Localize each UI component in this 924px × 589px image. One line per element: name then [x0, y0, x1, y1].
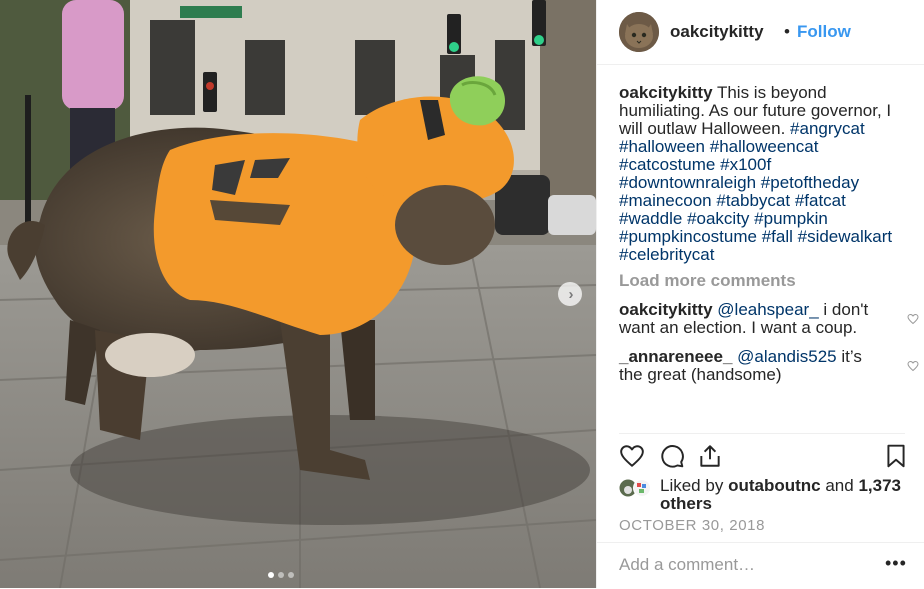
comment-like-heart-icon[interactable] — [907, 360, 919, 372]
header-username[interactable]: oakcitykitty — [670, 22, 764, 42]
hashtag-link[interactable]: #downtownraleigh — [619, 173, 756, 192]
hashtag-link[interactable]: #pumpkincostume — [619, 227, 757, 246]
caption-username[interactable]: oakcitykitty — [619, 83, 713, 102]
hashtag-link[interactable]: #catcostume — [619, 155, 715, 174]
hashtag-link[interactable]: #sidewalkart — [798, 227, 893, 246]
carousel-dot-active — [268, 572, 274, 578]
post-caption: oakcitykitty This is beyond humiliating.… — [619, 84, 909, 264]
hashtag-link[interactable]: #oakcity — [687, 209, 749, 228]
hashtag-link[interactable]: #halloween — [619, 137, 705, 156]
post-photo[interactable]: › — [0, 0, 596, 588]
cat-in-pumpkin-costume-image — [0, 0, 596, 588]
likes-text: Liked by outaboutnc and 1,373 others — [660, 477, 910, 513]
add-comment-input[interactable] — [619, 555, 869, 575]
carousel-dot — [278, 572, 284, 578]
hashtag-link[interactable]: #waddle — [619, 209, 682, 228]
post-header: oakcitykitty • Follow — [597, 0, 924, 65]
likes-prefix: Liked by — [660, 476, 724, 495]
liker-avatars-icon[interactable] — [619, 479, 657, 497]
likes-conjunction: and — [825, 476, 854, 495]
comment-bubble-icon[interactable] — [659, 443, 685, 469]
hashtag-link[interactable]: #x100f — [720, 155, 771, 174]
load-more-comments-button[interactable]: Load more comments — [619, 272, 909, 290]
comment-mention[interactable]: @leahspear_ — [717, 300, 818, 319]
hashtag-link[interactable]: #petoftheday — [761, 173, 859, 192]
follow-button[interactable]: Follow — [797, 22, 851, 42]
header-separator: • — [784, 22, 790, 41]
comment-mention[interactable]: @alandis525 — [737, 347, 837, 366]
hashtag-link[interactable]: #pumpkin — [754, 209, 828, 228]
comment-username[interactable]: oakcitykitty — [619, 300, 713, 319]
more-options-icon[interactable]: ••• — [885, 553, 907, 574]
hashtag-link[interactable]: #angrycat — [790, 119, 865, 138]
hashtag-link[interactable]: #mainecoon — [619, 191, 712, 210]
post-side-panel: oakcitykitty • Follow oakcitykitty This … — [596, 0, 924, 588]
carousel-next-button[interactable]: › — [558, 282, 582, 306]
bookmark-icon[interactable] — [883, 443, 909, 469]
add-comment-row: ••• — [597, 542, 924, 589]
comment-item: _annareneee_ @alandis525 it’s the great … — [619, 347, 919, 384]
hashtag-link[interactable]: #halloweencat — [710, 137, 819, 156]
comment-item: oakcitykitty @leahspear_ i don't want an… — [619, 300, 919, 337]
hashtag-link[interactable]: #fatcat — [795, 191, 846, 210]
post-actions-bar — [619, 441, 909, 471]
chevron-right-icon: › — [568, 285, 574, 303]
comment-like-heart-icon[interactable] — [907, 313, 919, 325]
hashtag-link[interactable]: #fall — [762, 227, 793, 246]
hashtag-link[interactable]: #celebritycat — [619, 245, 714, 264]
post-date[interactable]: OCTOBER 30, 2018 — [619, 517, 765, 534]
cat-avatar-icon — [619, 12, 659, 52]
hashtag-link[interactable]: #tabbycat — [716, 191, 790, 210]
caption-hashtags: #angrycat #halloween #halloweencat #catc… — [619, 119, 892, 264]
heart-icon[interactable] — [619, 443, 645, 469]
avatar[interactable] — [619, 12, 659, 52]
carousel-dots — [268, 572, 294, 578]
comment-username[interactable]: _annareneee_ — [619, 347, 732, 366]
comments-list: oakcitykitty This is beyond humiliating.… — [619, 84, 919, 384]
likes-user[interactable]: outaboutnc — [728, 476, 821, 495]
carousel-dot — [288, 572, 294, 578]
actions-divider — [619, 433, 905, 434]
share-icon[interactable] — [697, 443, 723, 469]
